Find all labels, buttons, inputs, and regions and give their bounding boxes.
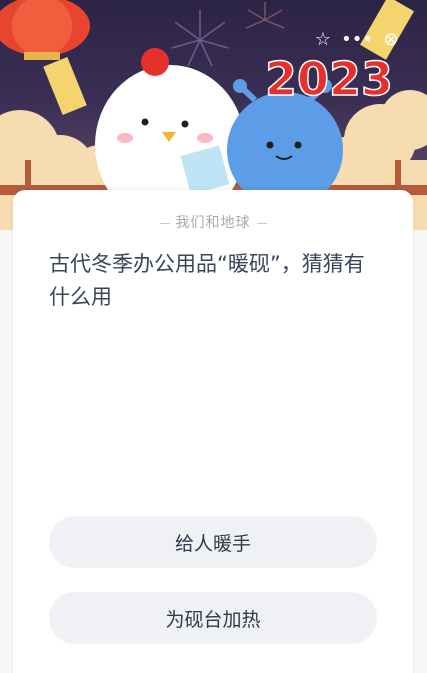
divider — [256, 222, 267, 224]
star-outline-icon[interactable]: ☆ — [311, 28, 335, 52]
option-label: 为砚台加热 — [165, 608, 261, 631]
answer-option-1[interactable]: 给人暖手 — [49, 516, 377, 568]
lantern-decoration — [0, 0, 90, 115]
category-label: 我们和地球 — [13, 212, 413, 232]
quiz-page: 2023 ☆ ••• ⊗ 我们和地球 古代冬季办公用品“暖砚”，猜猜有什么用 给… — [0, 0, 427, 673]
answer-option-2[interactable]: 为砚台加热 — [49, 592, 377, 644]
svg-text:2023: 2023 — [265, 52, 393, 106]
divider — [159, 222, 170, 224]
top-controls: ☆ ••• ⊗ — [301, 26, 413, 54]
more-dots-icon[interactable]: ••• — [341, 28, 373, 52]
firework-decoration — [171, 10, 229, 67]
quiz-card: 我们和地球 古代冬季办公用品“暖砚”，猜猜有什么用 给人暖手 为砚台加热 — [13, 190, 413, 673]
year-2023-decoration: 2023 — [264, 51, 394, 107]
question-text: 古代冬季办公用品“暖砚”，猜猜有什么用 — [49, 252, 365, 309]
category-text: 我们和地球 — [175, 215, 251, 231]
close-circle-icon[interactable]: ⊗ — [379, 28, 403, 52]
firework-decoration — [245, 2, 285, 29]
option-label: 给人暖手 — [174, 532, 251, 555]
